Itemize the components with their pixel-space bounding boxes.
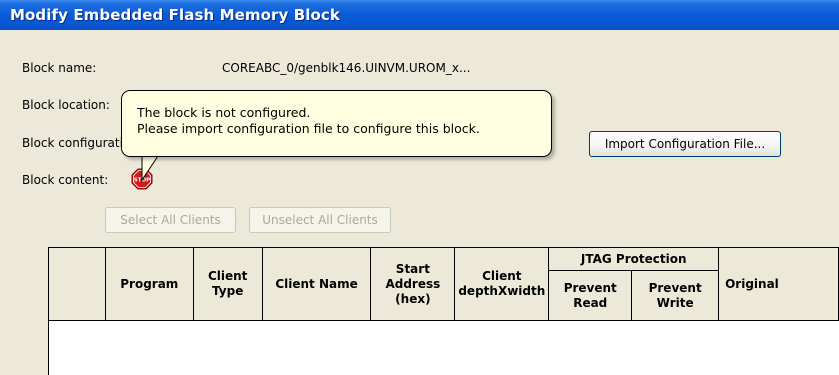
block-configuration-label: Block configurati: [22, 136, 123, 150]
tooltip-balloon: The block is not configured. Please impo…: [121, 90, 552, 157]
window-title: Modify Embedded Flash Memory Block: [0, 0, 839, 30]
table-body-empty: [48, 320, 839, 375]
block-location-label: Block location:: [22, 98, 110, 112]
tooltip-line2: Please import configuration file to conf…: [137, 121, 480, 136]
column-header-client-depth[interactable]: Client depthXwidth: [454, 247, 550, 321]
import-configuration-button[interactable]: Import Configuration File...: [589, 131, 781, 157]
clients-table: Program Client Type Client Name Start Ad…: [48, 247, 839, 375]
column-header-client-type[interactable]: Client Type: [192, 247, 263, 321]
column-header-program[interactable]: Program: [104, 247, 194, 321]
column-header-prevent-write[interactable]: Prevent Write: [631, 270, 720, 321]
column-header-client-name[interactable]: Client Name: [261, 247, 372, 321]
start-address-line1: Start: [395, 261, 430, 276]
column-header-start-address[interactable]: Start Address (hex): [370, 247, 456, 321]
client-depth-line1: Client: [482, 269, 522, 283]
prevent-write-line2: Write: [656, 295, 694, 310]
column-header-prevent-read[interactable]: Prevent Read: [548, 270, 633, 321]
column-header-jtag-protection: JTAG Protection: [548, 247, 720, 271]
prevent-write-line1: Prevent: [648, 280, 702, 295]
start-address-line3: (hex): [395, 291, 431, 306]
prevent-read-line2: Read: [573, 295, 608, 310]
unselect-all-clients-button[interactable]: Unselect All Clients: [249, 207, 391, 233]
prevent-read-line1: Prevent: [563, 280, 617, 295]
block-content-label: Block content:: [22, 173, 109, 187]
block-name-value: COREABC_0/genblk146.UINVM.UROM_x...: [222, 61, 471, 75]
block-name-label: Block name:: [22, 61, 97, 75]
client-depth-line2: depthXwidth: [458, 284, 546, 298]
row-header-corner: [48, 247, 106, 321]
start-address-line2: Address: [385, 276, 441, 291]
column-header-original[interactable]: Original: [718, 247, 839, 321]
select-all-clients-button[interactable]: Select All Clients: [105, 207, 236, 233]
tooltip-line1: The block is not configured.: [137, 105, 311, 120]
